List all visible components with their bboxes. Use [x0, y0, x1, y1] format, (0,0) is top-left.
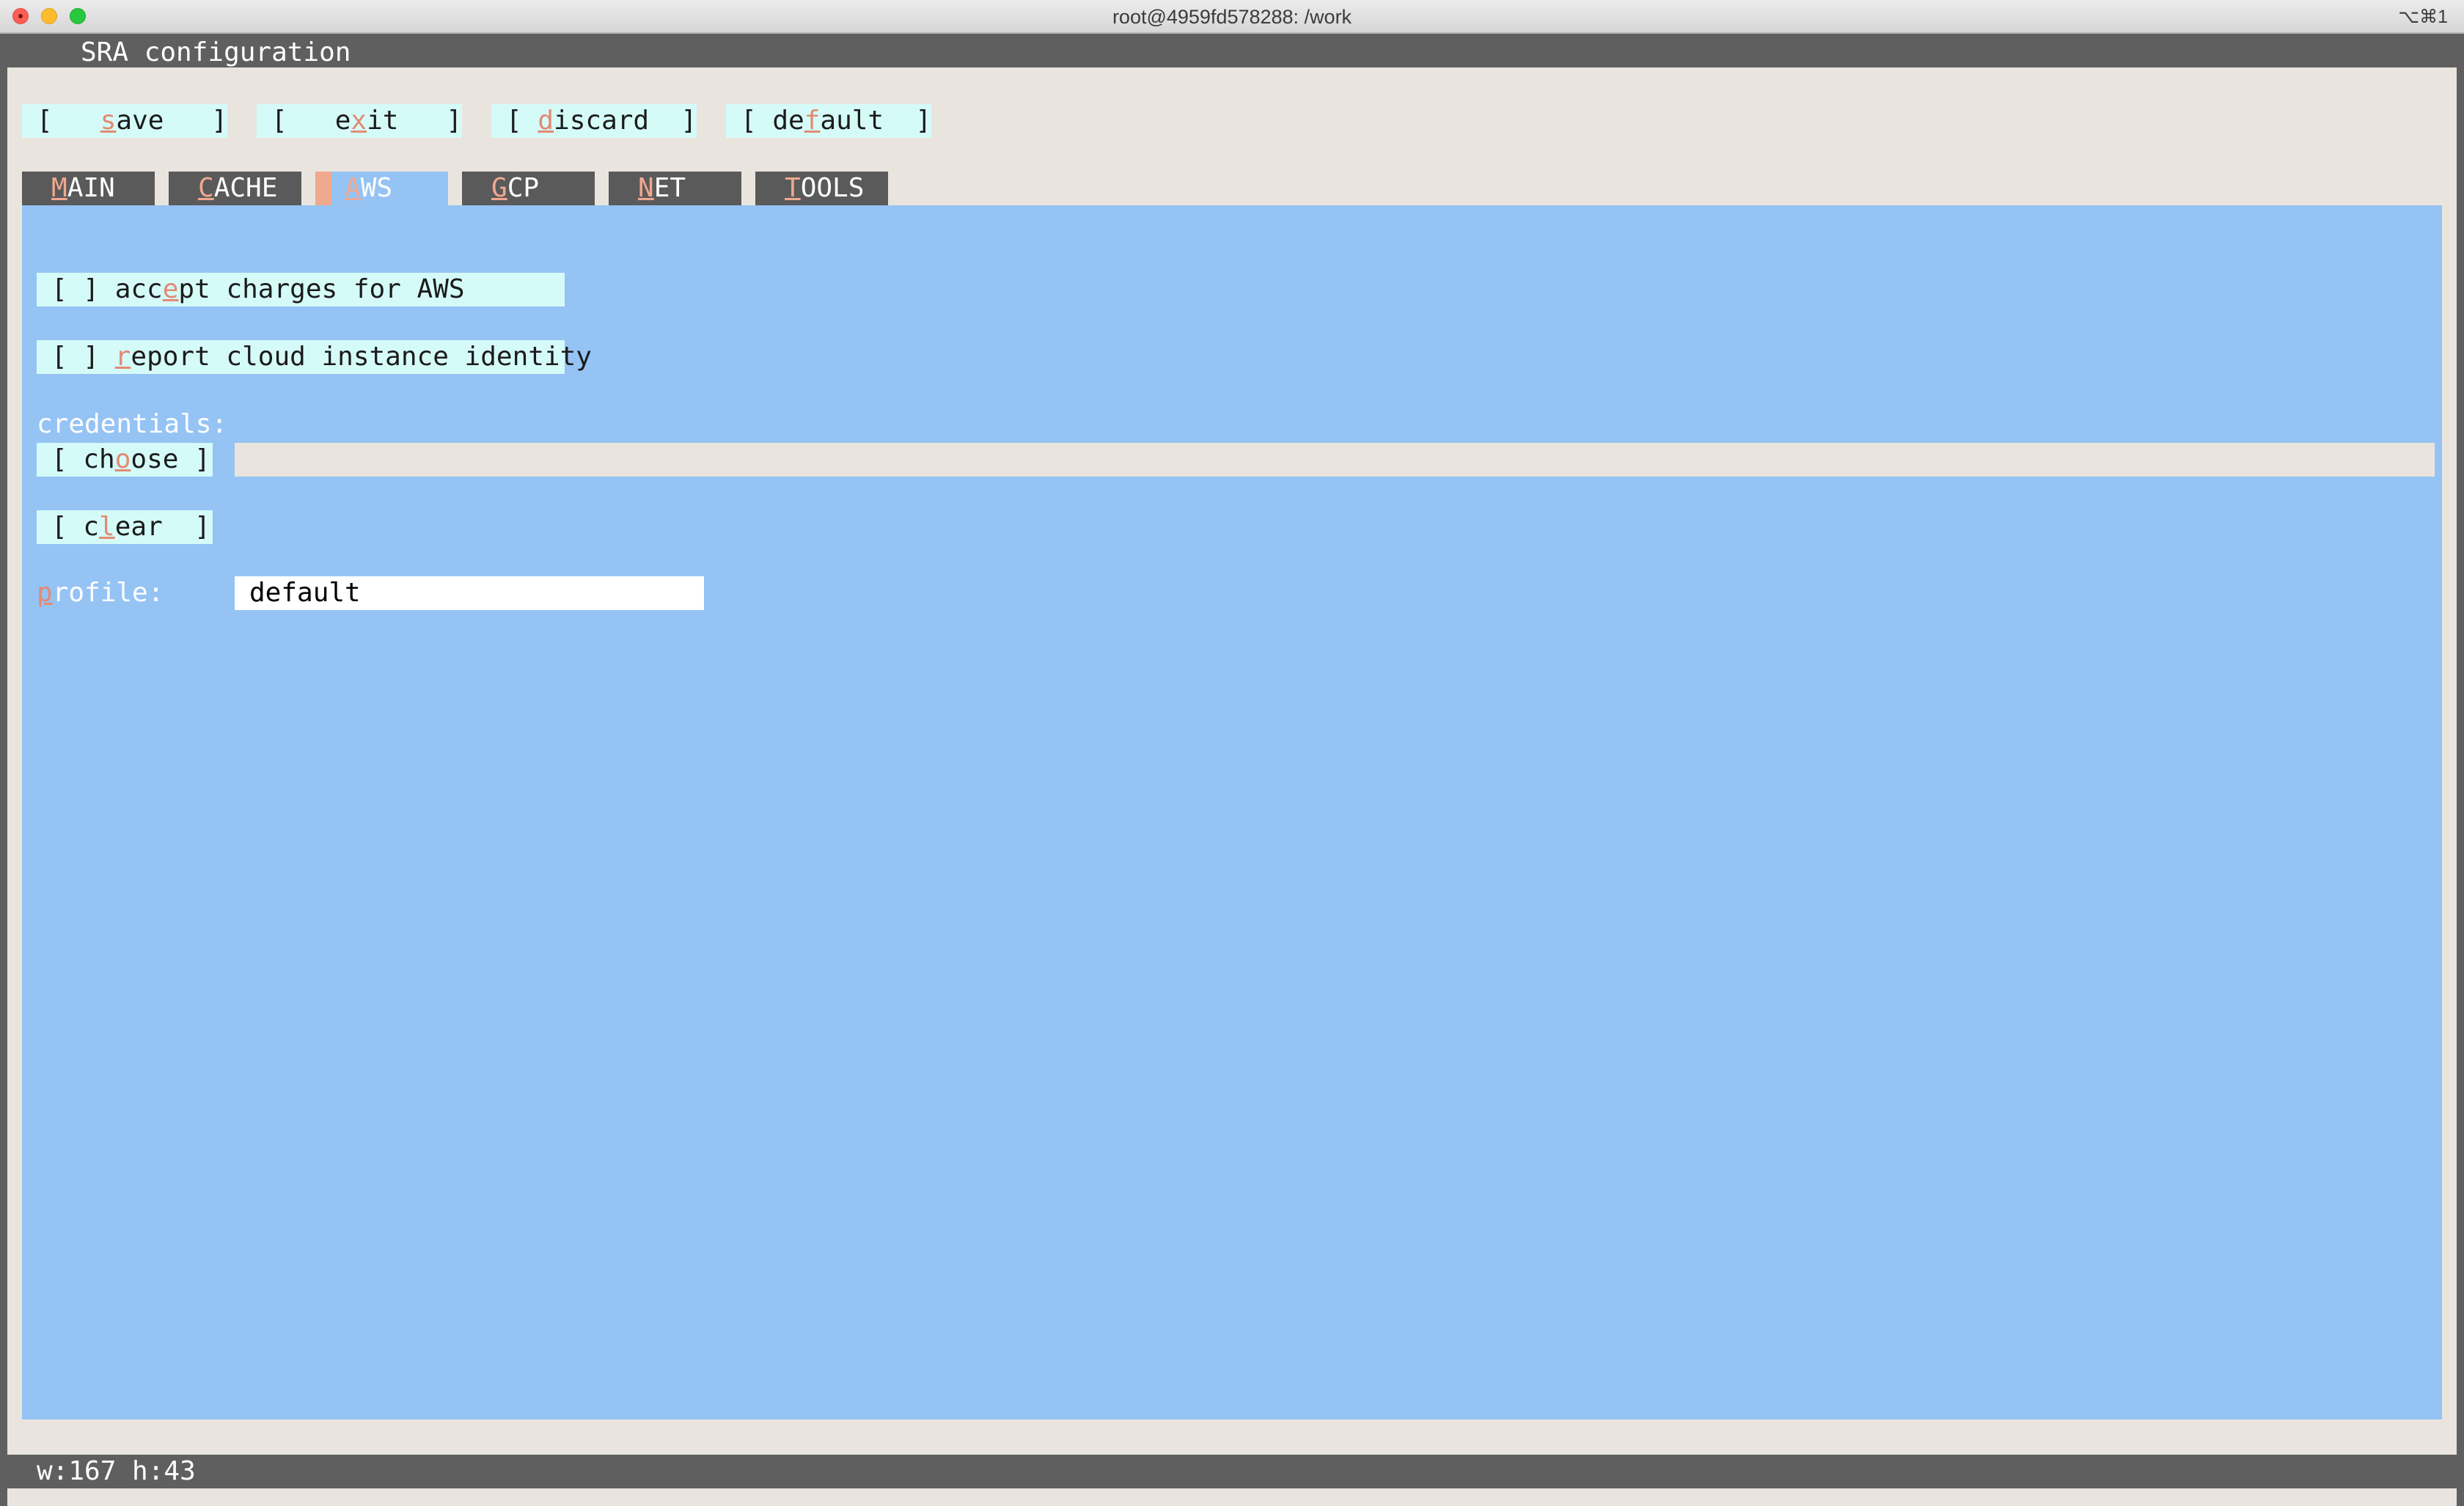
tab-tools-label: OOLS	[800, 173, 865, 203]
choose-hotkey: o	[114, 444, 131, 474]
default-button[interactable]: [ default ]	[726, 104, 931, 138]
credentials-label: credentials:	[37, 409, 228, 439]
profile-label: profile:	[37, 576, 164, 610]
tab-tools[interactable]: TOOLS	[755, 172, 888, 205]
report-identity-box: [ ]	[51, 342, 115, 372]
report-identity-hotkey: r	[114, 342, 131, 372]
accept-charges-box: [ ]	[51, 274, 115, 304]
tab-net-hotkey: N	[638, 173, 654, 203]
tab-main[interactable]: MAIN	[22, 172, 155, 205]
exit-button-suffix: it ]	[367, 106, 463, 136]
choose-button-suffix: ose ]	[131, 444, 210, 474]
app-header: SRA configuration	[7, 34, 2457, 67]
tab-cache-label: ACHE	[213, 173, 278, 203]
profile-hotkey: p	[37, 578, 53, 608]
tab-net[interactable]: NET	[609, 172, 741, 205]
report-identity-checkbox[interactable]: [ ] report cloud instance identity	[37, 340, 592, 374]
choose-credentials-button[interactable]: [ choose ]	[37, 443, 213, 477]
exit-button[interactable]: [ exit ]	[257, 104, 462, 138]
status-dimensions: w:167 h:43	[37, 1456, 196, 1486]
tab-cache-hotkey: C	[198, 173, 214, 203]
tab-gcp-label: CP	[507, 173, 540, 203]
accept-charges-label-end: pt charges for AWS	[178, 274, 465, 304]
discard-hotkey: d	[538, 106, 554, 136]
credentials-path-field[interactable]	[235, 443, 2435, 477]
report-identity-label: eport cloud instance identity	[131, 342, 592, 372]
window-titlebar: root@4959fd578288: /work ⌥⌘1	[0, 0, 2464, 34]
clear-button-prefix: [ c	[51, 512, 100, 542]
profile-label-text: rofile:	[52, 578, 164, 608]
exit-button-prefix: [ e	[271, 106, 351, 136]
save-button[interactable]: [ save ]	[22, 104, 227, 138]
profile-input[interactable]: default	[235, 576, 704, 610]
discard-button-prefix: [	[506, 106, 538, 136]
tab-aws-label: WS	[360, 173, 393, 203]
tab-main-hotkey: M	[51, 173, 67, 203]
choose-button-prefix: [ ch	[51, 444, 115, 474]
tab-aws[interactable]: AWS	[315, 172, 448, 205]
save-hotkey: s	[100, 106, 117, 136]
tab-net-label: ET	[653, 173, 686, 203]
window-shortcut: ⌥⌘1	[2398, 7, 2448, 27]
clear-hotkey: l	[99, 512, 115, 542]
aws-settings-panel: [ ] accept charges for AWS [ ] report cl…	[22, 205, 2442, 1419]
accept-charges-hotkey: e	[162, 274, 179, 304]
default-hotkey: f	[804, 106, 821, 136]
tab-aws-hotkey: A	[345, 173, 361, 203]
status-bar: w:167 h:43	[7, 1455, 2457, 1488]
exit-hotkey: x	[351, 106, 367, 136]
tab-cache[interactable]: CACHE	[169, 172, 301, 205]
app-title: SRA configuration	[81, 37, 351, 67]
accept-charges-label-start: acc	[114, 274, 163, 304]
tab-tools-hotkey: T	[785, 173, 801, 203]
discard-button[interactable]: [ discard ]	[491, 104, 697, 138]
tab-gcp[interactable]: GCP	[462, 172, 595, 205]
default-button-prefix: [ de	[741, 106, 804, 136]
accept-charges-checkbox[interactable]: [ ] accept charges for AWS	[37, 273, 565, 306]
window-title: root@4959fd578288: /work	[1112, 6, 1352, 28]
save-button-suffix: ave ]	[116, 106, 228, 136]
clear-credentials-button[interactable]: [ clear ]	[37, 510, 213, 544]
discard-button-suffix: iscard ]	[554, 106, 697, 136]
default-button-suffix: ault ]	[820, 106, 932, 136]
tab-gcp-hotkey: G	[491, 173, 507, 203]
terminal-screen: SRA configuration [ save ] [ exit ] [ di…	[7, 34, 2457, 1506]
clear-button-suffix: ear ]	[114, 512, 210, 542]
terminal-window: root@4959fd578288: /work ⌥⌘1 SRA configu…	[0, 0, 2464, 1506]
tab-main-label: AIN	[67, 173, 115, 203]
save-button-prefix: [	[37, 106, 100, 136]
